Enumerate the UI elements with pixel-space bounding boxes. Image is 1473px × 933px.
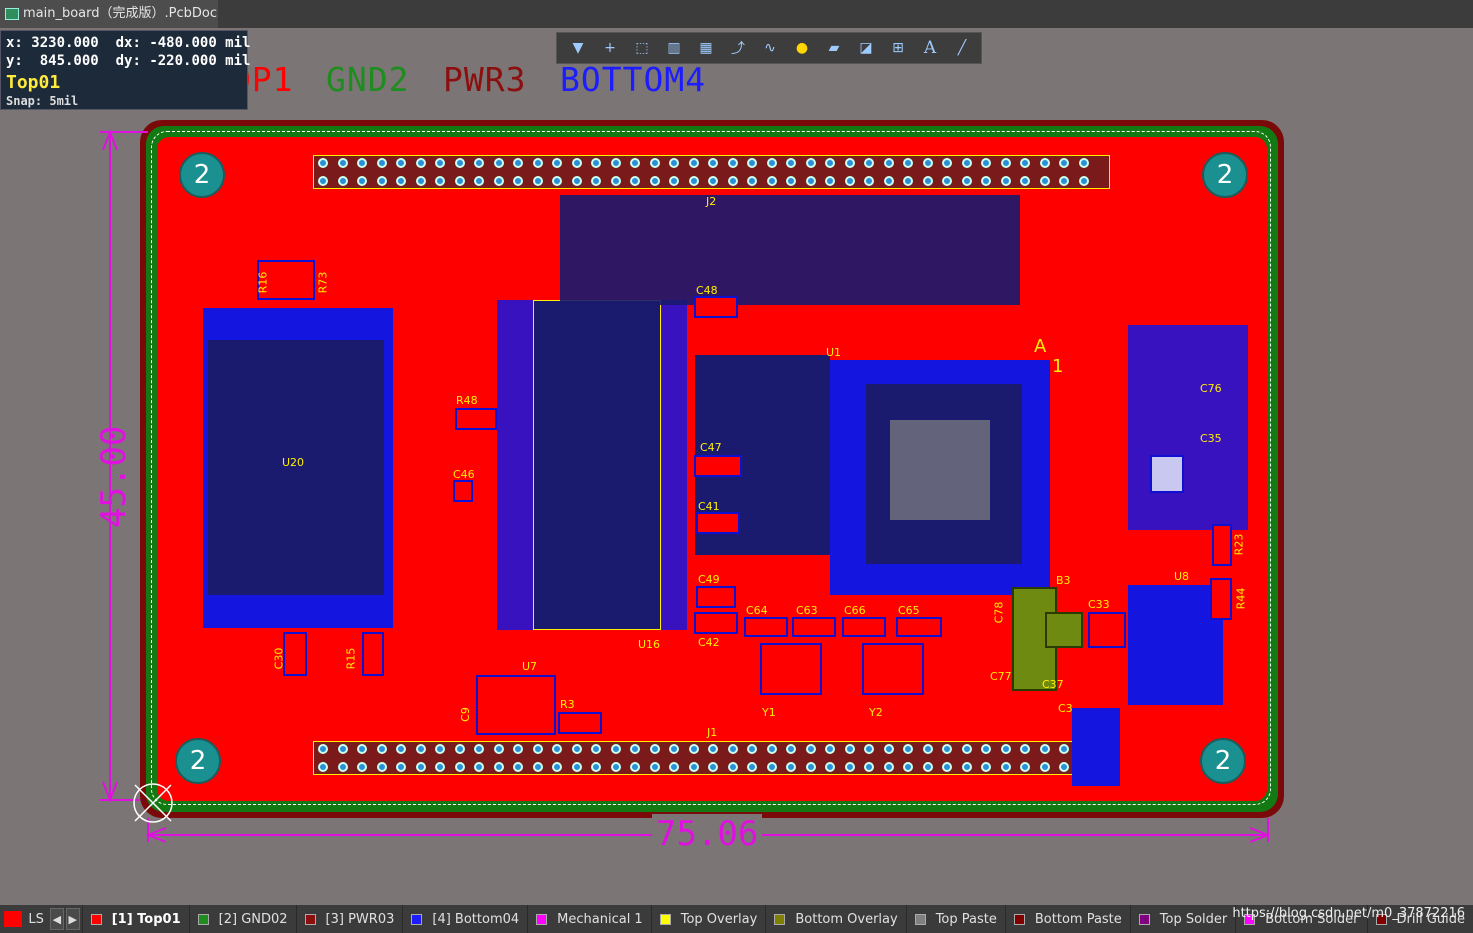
prev-layer-button[interactable]: ◀ — [49, 908, 64, 930]
dimension-overlay — [100, 129, 1271, 843]
width-dimension-label: 75.06 — [652, 814, 763, 854]
swatch-bottom04 — [411, 913, 423, 925]
layer-tab-label: Top Overlay — [680, 911, 758, 927]
layer-tab-bottom04[interactable]: [4] Bottom04 — [402, 905, 527, 933]
layer-tab-top-paste[interactable]: Top Paste — [905, 905, 1005, 933]
swatch-bottom-paste — [1013, 913, 1025, 925]
layer-tab-bottom-paste[interactable]: Bottom Paste — [1004, 905, 1130, 933]
hud-y-value: 845.000 — [39, 53, 99, 69]
fill-icon[interactable]: ▰ — [819, 35, 849, 61]
layer-tab-label: [2] GND02 — [218, 911, 288, 927]
layer-tab-label: Bottom Overlay — [795, 911, 898, 927]
coordinate-hud: x: 3230.000 dx: -480.000 mil y: 845.000 … — [0, 30, 251, 110]
layer-tab-gnd02[interactable]: [2] GND02 — [188, 905, 296, 933]
swatch-bottom-overlay — [774, 913, 786, 925]
active-bar: ▼ + ⬚ ▥ ▦ ⤴ ∿ ● ▰ ◪ ⊞ A ╱ — [556, 32, 982, 64]
swatch-pwr03 — [304, 913, 316, 925]
hud-snap: Snap: 5mil — [6, 94, 79, 108]
filter-icon[interactable]: ▼ — [563, 35, 593, 61]
swatch-gnd02 — [197, 913, 209, 925]
hud-y-label: y: — [6, 53, 23, 69]
swatch-top01 — [90, 913, 102, 925]
layer-tab-top-solder[interactable]: Top Solder — [1129, 905, 1235, 933]
layer-tab-label: Bottom Paste — [1034, 911, 1122, 927]
line-icon[interactable]: ╱ — [947, 35, 977, 61]
layer-tab-label: Mechanical 1 — [557, 911, 643, 927]
height-dimension-label: 45.00 — [94, 425, 134, 528]
layer-tab-top-overlay[interactable]: Top Overlay — [650, 905, 766, 933]
layer-tab-label: [3] PWR03 — [325, 911, 395, 927]
hud-x-value: 3230.000 — [31, 35, 99, 51]
dimension-icon[interactable]: ⊞ — [883, 35, 913, 61]
layer-tab-pwr03[interactable]: [3] PWR03 — [295, 905, 403, 933]
layer-tab-bottom-overlay[interactable]: Bottom Overlay — [765, 905, 905, 933]
swatch-mechanical1 — [536, 913, 548, 925]
hud-dy-label: dy: — [115, 53, 141, 69]
diff-route-icon[interactable]: ∿ — [755, 35, 785, 61]
swatch-top-solder — [1138, 913, 1150, 925]
text-icon[interactable]: A — [915, 35, 945, 61]
add-icon[interactable]: + — [595, 35, 625, 61]
layer-set-swatch[interactable] — [4, 911, 23, 927]
layer-tab-mechanical1[interactable]: Mechanical 1 — [527, 905, 651, 933]
swatch-top-paste — [914, 913, 926, 925]
watermark: https://blog.csdn.net/m0_37872216 — [1232, 906, 1465, 921]
layer-tab-label: Top Paste — [935, 911, 997, 927]
next-layer-button[interactable]: ▶ — [65, 908, 80, 930]
layer-tab-label: Top Solder — [1159, 911, 1228, 927]
layer-tab-top01[interactable]: [1] Top01 — [81, 905, 189, 933]
route-icon[interactable]: ⤴ — [723, 35, 753, 61]
select-rect-icon[interactable]: ⬚ — [627, 35, 657, 61]
hud-x-label: x: — [6, 35, 23, 51]
layer-set-label[interactable]: LS — [28, 912, 44, 927]
hud-current-layer: Top01 — [6, 72, 61, 93]
swatch-top-overlay — [659, 913, 671, 925]
align-icon[interactable]: ▥ — [659, 35, 689, 61]
via-icon[interactable]: ● — [787, 35, 817, 61]
layer-tab-label: [1] Top01 — [111, 911, 181, 927]
component-icon[interactable]: ▦ — [691, 35, 721, 61]
hud-dy-value: -220.000 mil — [149, 53, 251, 69]
hud-dx-label: dx: — [115, 35, 141, 51]
polygon-icon[interactable]: ◪ — [851, 35, 881, 61]
hud-dx-value: -480.000 mil — [149, 35, 251, 51]
layer-tab-label: [4] Bottom04 — [432, 911, 520, 927]
